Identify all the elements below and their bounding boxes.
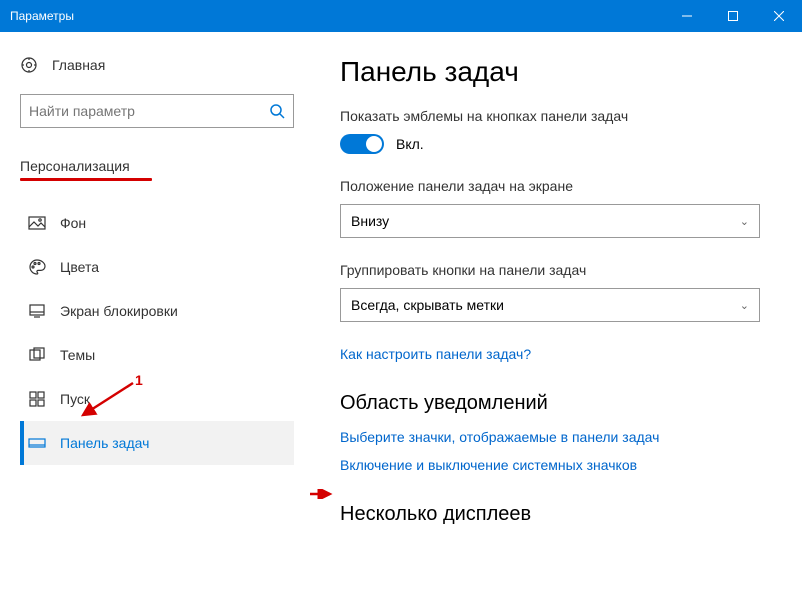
sidebar-item-background[interactable]: Фон (20, 201, 294, 245)
dropdown-value: Всегда, скрывать метки (351, 297, 504, 313)
multiple-displays-heading: Несколько дисплеев (340, 503, 778, 526)
sidebar-item-label: Фон (60, 215, 86, 231)
help-link[interactable]: Как настроить панели задач? (340, 346, 778, 362)
palette-icon (28, 258, 46, 276)
main-panel: Панель задач Показать эмблемы на кнопках… (310, 32, 802, 590)
toggle-state: Вкл. (396, 136, 424, 152)
close-button[interactable] (756, 0, 802, 32)
position-caption: Положение панели задач на экране (340, 178, 778, 194)
sidebar-item-label: Цвета (60, 259, 99, 275)
home-button[interactable]: Главная (20, 56, 294, 74)
page-title: Панель задач (340, 56, 778, 88)
themes-icon (28, 346, 46, 364)
position-dropdown[interactable]: Внизу ⌄ (340, 204, 760, 238)
show-badges-toggle[interactable] (340, 134, 384, 154)
system-icons-link[interactable]: Включение и выключение системных значков (340, 457, 778, 473)
category-header: Персонализация (20, 158, 294, 174)
select-icons-link[interactable]: Выберите значки, отображаемые в панели з… (340, 429, 778, 445)
sidebar-item-themes[interactable]: Темы (20, 333, 294, 377)
sidebar-item-taskbar[interactable]: Панель задач (20, 421, 294, 465)
toggle-caption: Показать эмблемы на кнопках панели задач (340, 108, 778, 124)
window-title: Параметры (10, 9, 664, 23)
maximize-button[interactable] (710, 0, 756, 32)
search-icon (269, 103, 285, 119)
sidebar-item-colors[interactable]: Цвета (20, 245, 294, 289)
search-input[interactable] (20, 94, 294, 128)
minimize-button[interactable] (664, 0, 710, 32)
picture-icon (28, 214, 46, 232)
annotation-underline (20, 178, 152, 181)
sidebar-item-label: Экран блокировки (60, 303, 178, 319)
chevron-down-icon: ⌄ (740, 215, 749, 228)
home-label: Главная (52, 57, 105, 73)
sidebar-item-lockscreen[interactable]: Экран блокировки (20, 289, 294, 333)
group-dropdown[interactable]: Всегда, скрывать метки ⌄ (340, 288, 760, 322)
dropdown-value: Внизу (351, 213, 389, 229)
sidebar-item-label: Темы (60, 347, 95, 363)
sidebar: Главная Персонализация Фон Цвета Экран б… (0, 32, 310, 590)
search-field[interactable] (29, 103, 269, 119)
notification-area-heading: Область уведомлений (340, 392, 778, 415)
chevron-down-icon: ⌄ (740, 299, 749, 312)
start-icon (28, 390, 46, 408)
sidebar-item-label: Панель задач (60, 435, 149, 451)
lockscreen-icon (28, 302, 46, 320)
group-caption: Группировать кнопки на панели задач (340, 262, 778, 278)
titlebar: Параметры (0, 0, 802, 32)
taskbar-icon (28, 434, 46, 452)
annotation-arrow-2 (310, 489, 336, 499)
sidebar-item-start[interactable]: Пуск (20, 377, 294, 421)
sidebar-item-label: Пуск (60, 391, 90, 407)
